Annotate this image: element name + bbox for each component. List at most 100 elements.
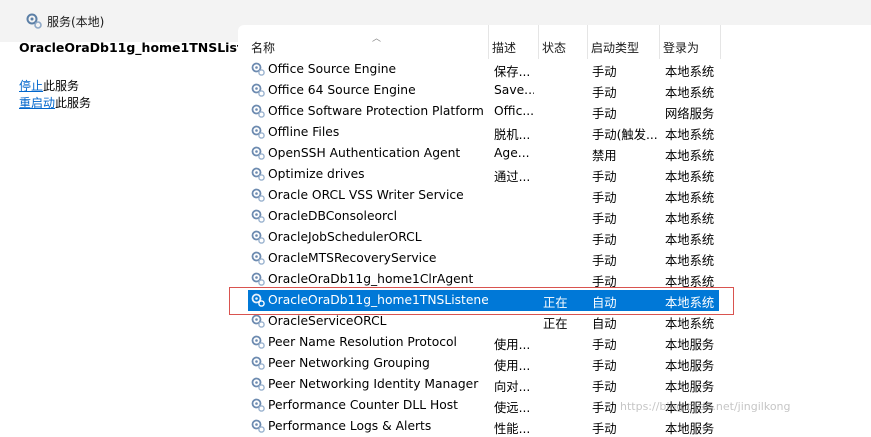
service-startup-type: 手动 xyxy=(592,254,617,268)
service-name: Peer Name Resolution Protocol xyxy=(268,335,457,349)
service-name: OracleJobSchedulerORCL xyxy=(268,230,422,244)
column-name-label: 名称 xyxy=(251,41,276,55)
service-logon-as: 本地系统 xyxy=(665,170,715,184)
service-name: OracleOraDb11g_home1ClrAgent xyxy=(268,272,474,286)
service-name: OracleMTSRecoveryService xyxy=(268,251,437,265)
service-description: Offic... xyxy=(494,104,534,118)
service-gear-icon xyxy=(251,230,265,244)
service-description: Save... xyxy=(494,83,534,97)
service-startup-type: 自动 xyxy=(592,317,617,331)
service-startup-type: 手动 xyxy=(592,86,617,100)
column-header-desc[interactable]: 描述 xyxy=(489,25,539,59)
service-startup-type: 手动 xyxy=(592,359,617,373)
column-header-startup[interactable]: 启动类型 xyxy=(588,25,660,59)
service-name: Peer Networking Grouping xyxy=(268,356,430,370)
action-stop: 停止此服务 xyxy=(19,77,79,94)
service-startup-type: 手动 xyxy=(592,107,617,121)
service-logon-as: 本地系统 xyxy=(665,128,715,142)
service-gear-icon xyxy=(251,146,265,160)
service-startup-type: 手动 xyxy=(592,191,617,205)
service-logon-as: 本地系统 xyxy=(665,86,715,100)
service-name: OpenSSH Authentication Agent xyxy=(268,146,461,160)
service-gear-icon xyxy=(251,272,265,286)
table-row[interactable]: Performance Logs & Alerts 性能... 手动 本地服务 xyxy=(248,416,719,437)
service-startup-type: 禁用 xyxy=(592,149,617,163)
table-row[interactable]: OracleDBConsoleorcl 手动 本地系统 xyxy=(248,206,719,227)
service-description: 向对... xyxy=(494,380,531,394)
service-name: Office Software Protection Platform xyxy=(268,104,484,118)
service-description: 使用... xyxy=(494,338,531,352)
service-startup-type: 手动 xyxy=(592,170,617,184)
table-row[interactable]: OracleJobSchedulerORCL 手动 本地系统 xyxy=(248,227,719,248)
service-gear-icon xyxy=(251,167,265,181)
column-header-logon[interactable]: 登录为 xyxy=(660,25,721,59)
table-row[interactable]: Peer Networking Grouping 使用... 手动 本地服务 xyxy=(248,353,719,374)
column-state-label: 状态 xyxy=(542,41,567,55)
service-logon-as: 本地系统 xyxy=(665,149,715,163)
service-description: 保存... xyxy=(494,65,531,79)
column-header-name[interactable]: 名称 ︿ xyxy=(248,25,489,59)
service-startup-type: 手动 xyxy=(592,212,617,226)
service-description: 脱机... xyxy=(494,128,531,142)
restart-service-link[interactable]: 重启动 xyxy=(19,96,55,110)
detail-pane: OracleOraDb11g_home1TNSListener 停止此服务 重启… xyxy=(0,40,275,425)
service-name: Peer Networking Identity Manager xyxy=(268,377,479,391)
service-gear-icon xyxy=(251,104,265,118)
service-startup-type: 手动 xyxy=(592,422,617,436)
window-title: 服务(本地) xyxy=(47,15,105,29)
service-gear-icon xyxy=(251,188,265,202)
service-name: OracleDBConsoleorcl xyxy=(268,209,398,223)
service-name: Office 64 Source Engine xyxy=(268,83,416,97)
service-logon-as: 本地服务 xyxy=(665,359,715,373)
table-row[interactable]: Optimize drives 通过... 手动 本地系统 xyxy=(248,164,719,185)
table-row[interactable]: Office 64 Source Engine Save... 手动 本地系统 xyxy=(248,80,719,101)
service-gear-icon xyxy=(251,419,265,433)
service-description: Age... xyxy=(494,146,530,160)
restart-service-suffix: 此服务 xyxy=(55,96,92,110)
service-description: 使远... xyxy=(494,401,531,415)
service-startup-type: 手动(触发... xyxy=(592,128,658,142)
service-name: Offline Files xyxy=(268,125,340,139)
table-row[interactable]: OracleMTSRecoveryService 手动 本地系统 xyxy=(248,248,719,269)
service-startup-type: 手动 xyxy=(592,380,617,394)
service-startup-type: 手动 xyxy=(592,65,617,79)
watermark-text: https://blog.csdn.net/jingilkong xyxy=(620,400,791,413)
table-row[interactable]: Peer Name Resolution Protocol 使用... 手动 本地服务 xyxy=(248,332,719,353)
table-row[interactable]: Office Software Protection Platform Offic… xyxy=(248,101,719,122)
service-gear-icon xyxy=(251,356,265,370)
service-state: 正在 xyxy=(543,317,568,331)
selected-service-title: OracleOraDb11g_home1TNSListener xyxy=(19,40,275,55)
service-logon-as: 本地系统 xyxy=(665,317,715,331)
annotation-highlight-box xyxy=(229,287,734,315)
sort-ascending-icon: ︿ xyxy=(372,34,382,44)
stop-service-link[interactable]: 停止 xyxy=(19,79,43,93)
table-row[interactable]: Office Source Engine 保存... 手动 本地系统 xyxy=(248,59,719,80)
service-logon-as: 本地系统 xyxy=(665,191,715,205)
table-row[interactable]: Peer Networking Identity Manager 向对... 手动 本… xyxy=(248,374,719,395)
service-logon-as: 本地系统 xyxy=(665,65,715,79)
table-row[interactable]: Offline Files 脱机... 手动(触发... 本地系统 xyxy=(248,122,719,143)
service-name: Performance Counter DLL Host xyxy=(268,398,458,412)
service-description: 性能... xyxy=(494,422,531,436)
service-startup-type: 手动 xyxy=(592,338,617,352)
service-logon-as: 本地系统 xyxy=(665,233,715,247)
service-name: OracleServiceORCL xyxy=(268,314,387,328)
service-gear-icon xyxy=(251,62,265,76)
service-description: 通过... xyxy=(494,170,531,184)
service-gear-icon xyxy=(251,335,265,349)
service-logon-as: 本地服务 xyxy=(665,422,715,436)
service-gear-icon xyxy=(251,377,265,391)
column-header-state[interactable]: 状态 xyxy=(539,25,588,59)
list-header: 名称 ︿ 描述 状态 启动类型 登录为 xyxy=(238,25,871,59)
service-gear-icon xyxy=(251,83,265,97)
service-name: Oracle ORCL VSS Writer Service xyxy=(268,188,464,202)
table-row[interactable]: Oracle ORCL VSS Writer Service 手动 本地系统 xyxy=(248,185,719,206)
service-gear-icon xyxy=(251,314,265,328)
service-gear-icon xyxy=(251,209,265,223)
table-row[interactable]: OpenSSH Authentication Agent Age... 禁用 本地系统 xyxy=(248,143,719,164)
stop-service-suffix: 此服务 xyxy=(43,79,80,93)
action-restart: 重启动此服务 xyxy=(19,94,91,111)
service-logon-as: 网络服务 xyxy=(665,107,715,121)
services-gear-icon xyxy=(26,13,42,29)
service-description: 使用... xyxy=(494,359,531,373)
